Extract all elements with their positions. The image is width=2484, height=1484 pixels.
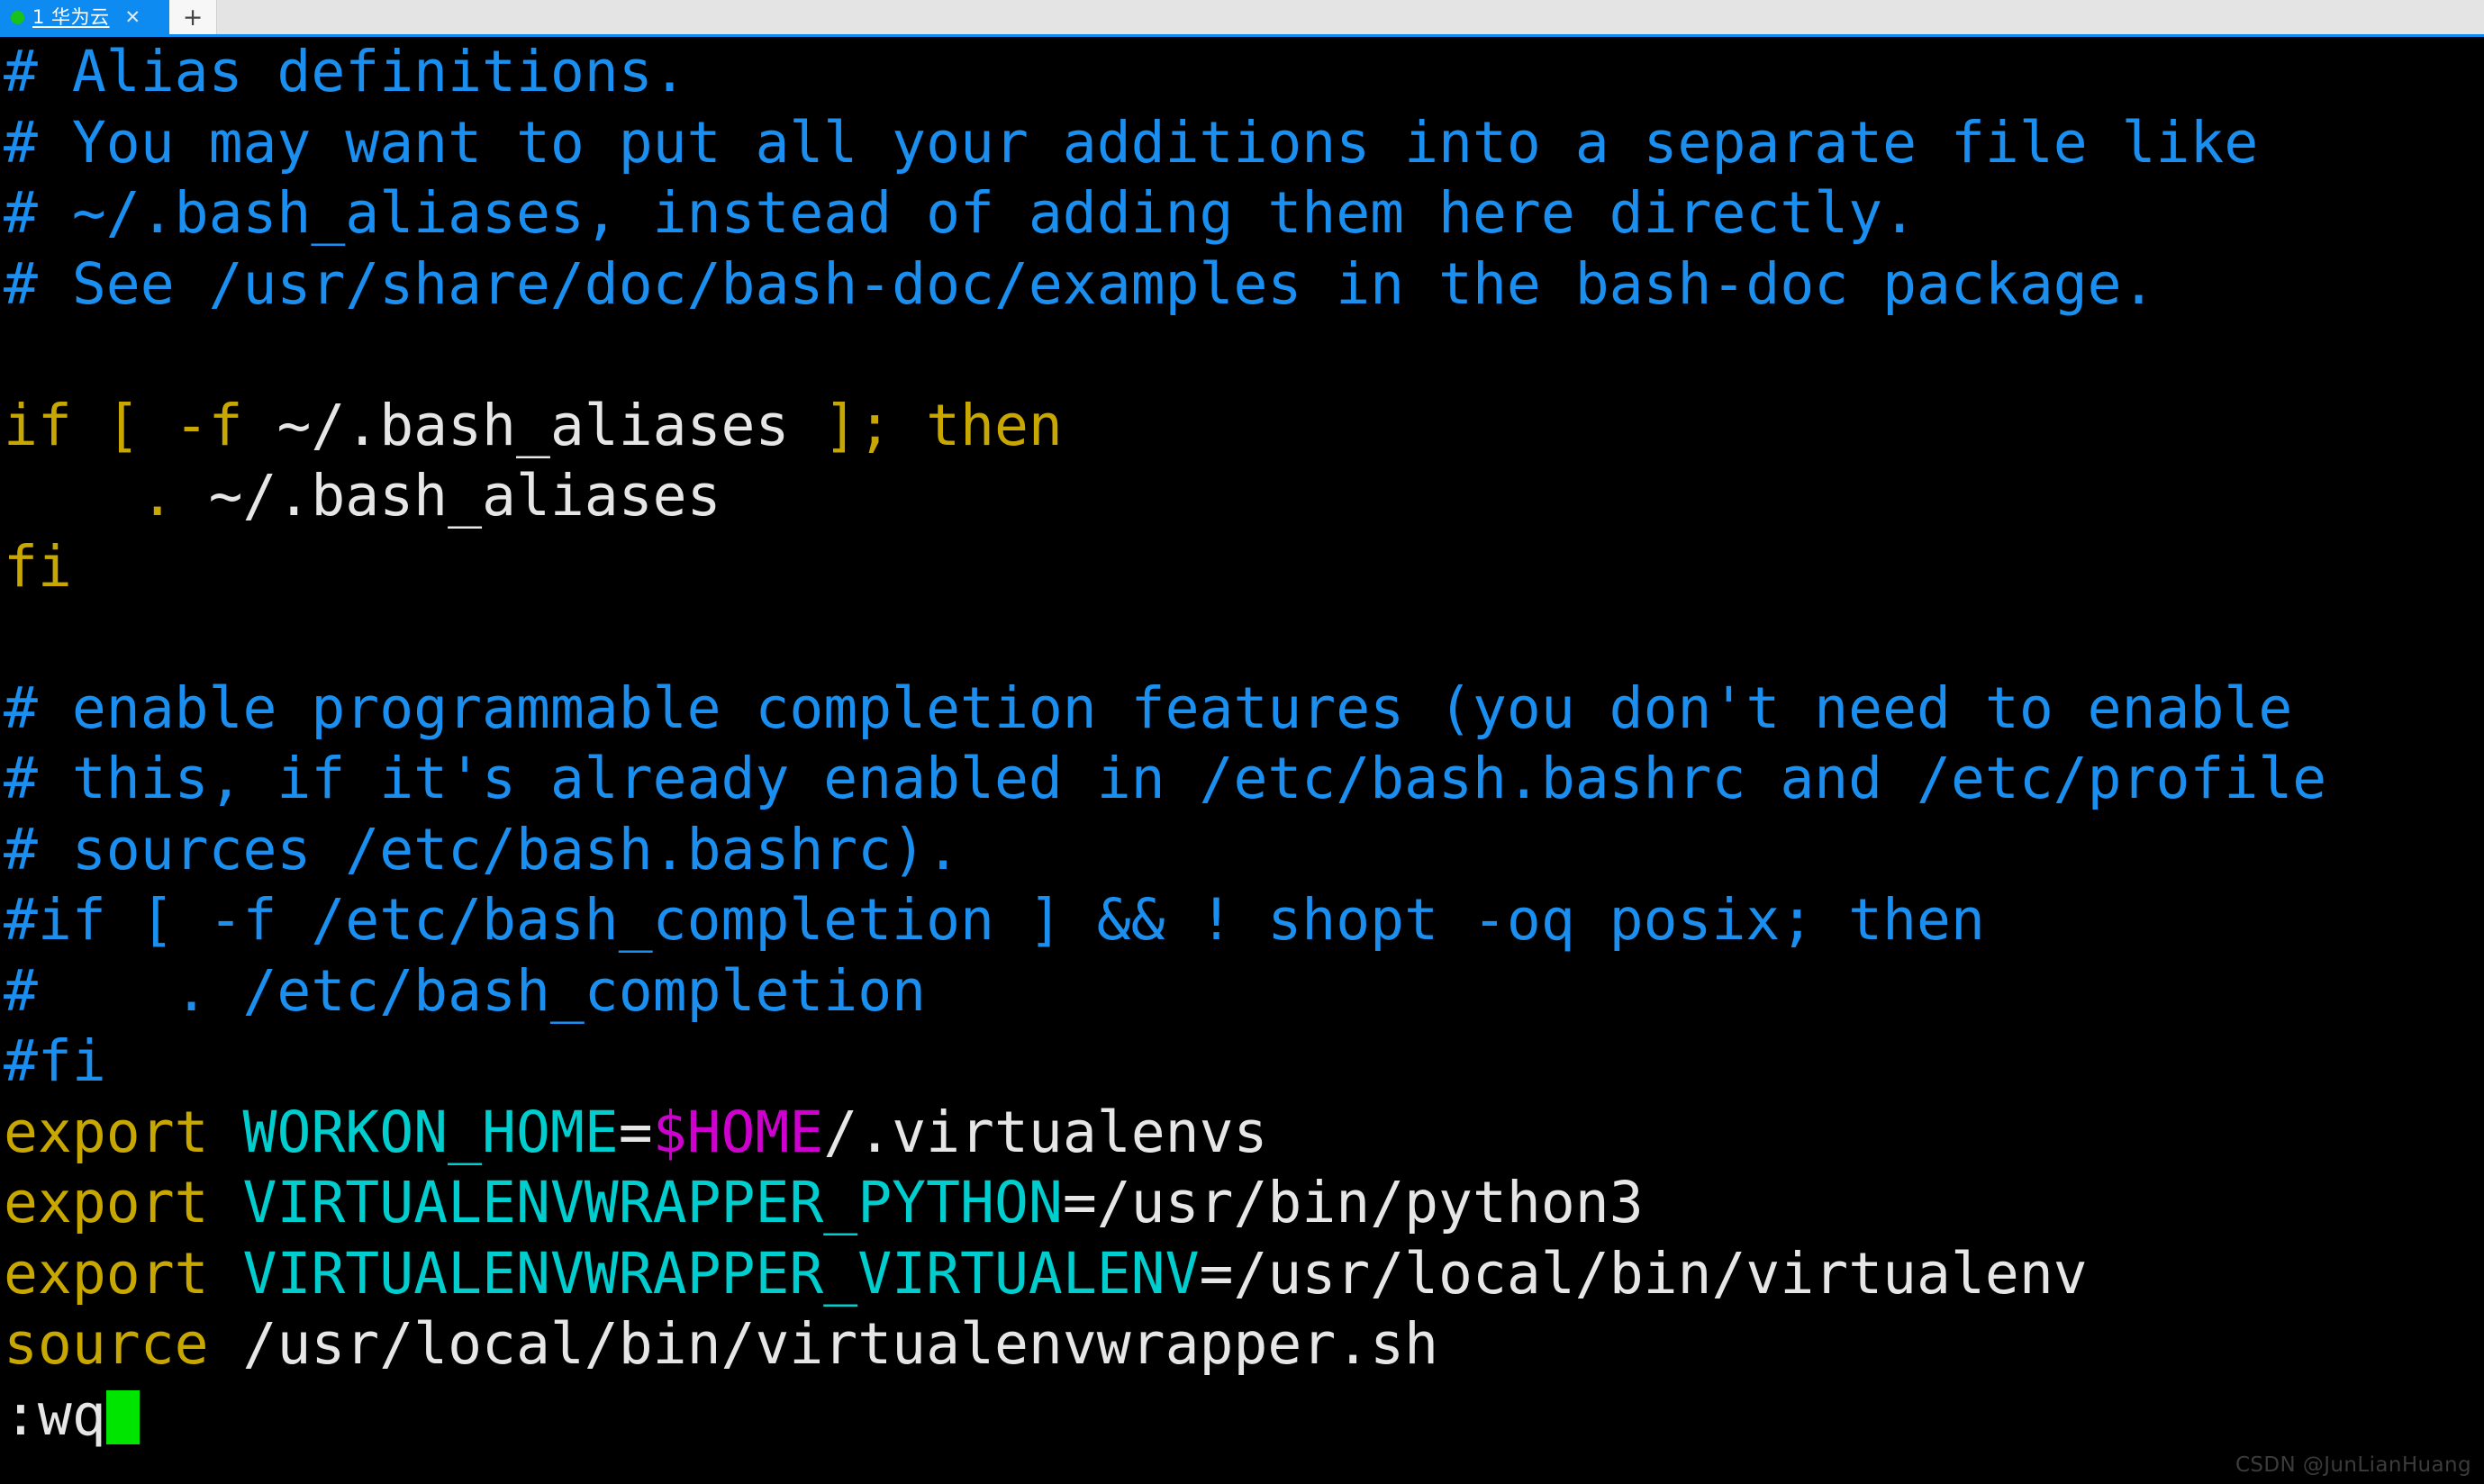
tab-huaweicloud[interactable]: 1 华为云 ✕ [0,0,169,34]
terminal-text-span: WORKON_HOME [242,1099,619,1165]
terminal-text-span: /.virtualenvs [823,1099,1268,1165]
terminal-text-span: /usr/local/bin/virtualenvwrapper.sh [242,1311,1439,1377]
terminal-line: export VIRTUALENVWRAPPER_VIRTUALENV=/usr… [0,1239,2484,1310]
terminal-text-span: #fi [4,1028,106,1094]
tab-status-dot-icon [11,10,24,24]
terminal-text-span: =/usr/local/bin/virtualenv [1199,1240,2088,1307]
terminal-text-span: = [618,1099,653,1165]
terminal-text-span: # You may want to put all your additions… [4,109,2259,176]
terminal-text-span: ]; then [823,392,1063,458]
terminal-text-span: # ~/.bash_aliases, instead of adding the… [4,180,1917,246]
text-cursor [105,1389,140,1444]
terminal-text-span: VIRTUALENVWRAPPER_VIRTUALENV [242,1240,1200,1307]
terminal-screen[interactable]: # Alias definitions. # You may want to pu… [0,37,2484,1484]
watermark-label: CSDN @JunLianHuang [2235,1453,2471,1477]
terminal-text-span: =/usr/bin/python3 [1062,1170,1644,1235]
terminal-text-span: :wq [4,1381,106,1448]
terminal-text-span: . [4,463,209,529]
terminal-line: # enable programmable completion feature… [0,674,2484,745]
terminal-line: fi [0,532,2484,603]
terminal-text-span: #if [ -f /etc/bash_completion ] && ! sho… [4,887,1985,953]
close-icon[interactable]: ✕ [125,7,141,27]
terminal-text-span: source [4,1311,243,1377]
new-tab-button[interactable]: + [169,0,217,34]
terminal-line: # See /usr/share/doc/bash-doc/examples i… [0,249,2484,321]
terminal-line: # this, if it's already enabled in /etc/… [0,744,2484,815]
terminal-text-span: $HOME [652,1099,824,1165]
terminal-line: export WORKON_HOME=$HOME/.virtualenvs [0,1098,2484,1169]
terminal-line: #if [ -f /etc/bash_completion ] && ! sho… [0,885,2484,956]
terminal-text-span: if [ [4,392,175,458]
terminal-line: # You may want to put all your additions… [0,108,2484,179]
terminal-line: :wq [0,1380,2484,1452]
terminal-text-span: export [4,1240,243,1307]
terminal-text-span: # sources /etc/bash.bashrc). [4,816,961,882]
terminal-text-span: # enable programmable completion feature… [4,674,2293,741]
terminal-text-span: VIRTUALENVWRAPPER_PYTHON [242,1170,1063,1235]
terminal-line: # sources /etc/bash.bashrc). [0,815,2484,886]
terminal-text-span: export [4,1099,243,1165]
terminal-line: if [ -f ~/.bash_aliases ]; then [0,391,2484,462]
terminal-line: #fi [0,1027,2484,1098]
terminal-text-span: ~/.bash_aliases [208,463,721,529]
terminal-line: . ~/.bash_aliases [0,461,2484,532]
terminal-text-span: ~/.bash_aliases [277,392,824,458]
terminal-text-buffer: # Alias definitions. # You may want to pu… [0,37,2484,1451]
terminal-text-span: # this, if it's already enabled in /etc/… [4,746,2327,811]
terminal-text-span: # See /usr/share/doc/bash-doc/examples i… [4,250,2156,317]
tab-bar-empty-area [217,0,2484,34]
terminal-line: export VIRTUALENVWRAPPER_PYTHON=/usr/bin… [0,1168,2484,1239]
browser-tab-bar: 1 华为云 ✕ + [0,0,2484,37]
terminal-line: # Alias definitions. [0,37,2484,108]
terminal-line: source /usr/local/bin/virtualenvwrapper.… [0,1309,2484,1380]
terminal-text-span: # Alias definitions. [4,39,687,104]
tab-label: 1 华为云 [32,5,110,28]
terminal-text-span: -f [174,392,277,458]
terminal-line: # . /etc/bash_completion [0,956,2484,1027]
terminal-text-span: # . /etc/bash_completion [4,957,927,1024]
terminal-text-span: fi [4,533,72,600]
terminal-text-span: export [4,1170,243,1235]
terminal-line: # ~/.bash_aliases, instead of adding the… [0,178,2484,249]
